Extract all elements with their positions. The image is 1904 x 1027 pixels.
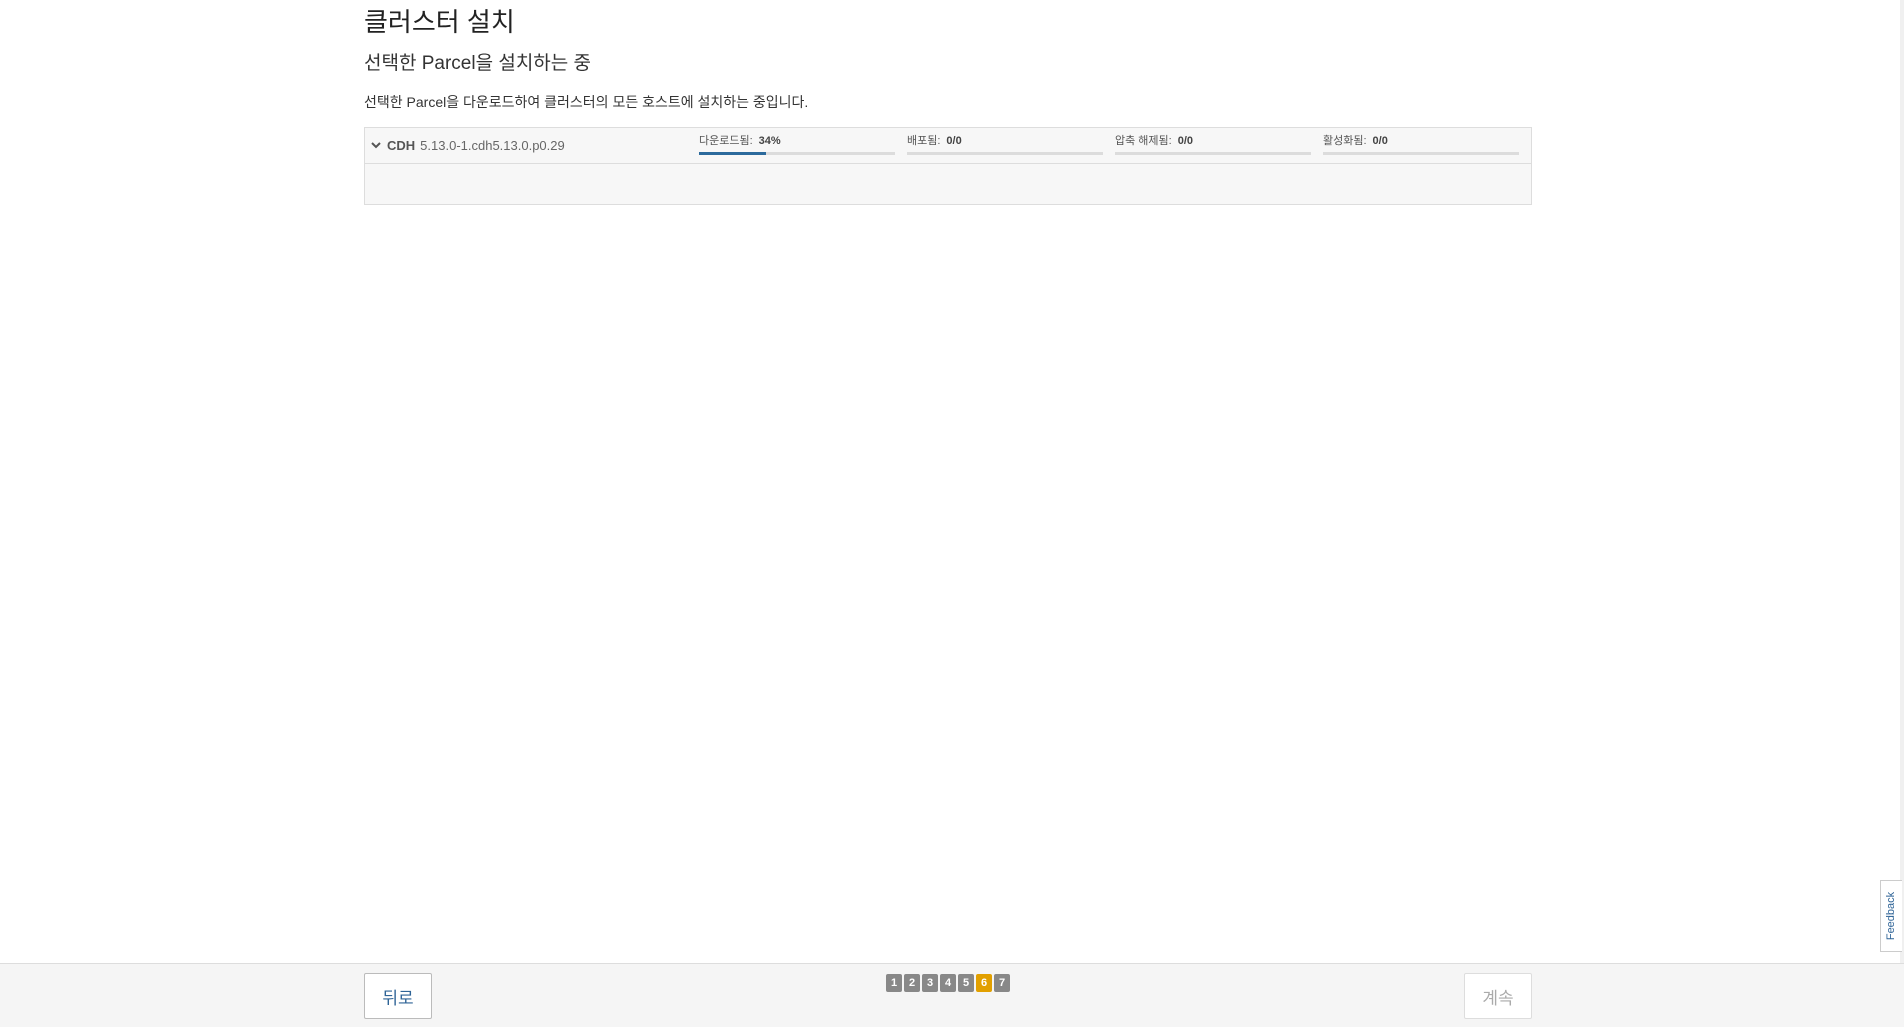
parcel-version: 5.13.0-1.cdh5.13.0.p0.29 — [420, 138, 565, 153]
progress-bar — [1115, 152, 1311, 155]
parcel-header: CDH 5.13.0-1.cdh5.13.0.p0.29 다운로드됨: 34% 배… — [365, 128, 1531, 164]
stage-label: 활성화됨: — [1323, 135, 1367, 147]
step-7[interactable]: 7 — [994, 974, 1010, 992]
step-1[interactable]: 1 — [886, 974, 902, 992]
wizard-footer: 뒤로 1 2 3 4 5 6 7 계속 — [0, 963, 1904, 1027]
stage-label: 다운로드됨: — [699, 135, 753, 147]
step-6[interactable]: 6 — [976, 974, 992, 992]
stage-label: 배포됨: — [907, 135, 941, 147]
stage-downloaded: 다운로드됨: 34% — [699, 134, 895, 155]
page-description: 선택한 Parcel을 다운로드하여 클러스터의 모든 호스트에 설치하는 중입… — [364, 94, 809, 110]
continue-button[interactable]: 계속 — [1464, 973, 1532, 1019]
stage-value: 34% — [758, 135, 781, 147]
scrollbar[interactable] — [1900, 0, 1904, 963]
stage-distributed: 배포됨: 0/0 — [907, 134, 1103, 155]
parcel-name: CDH — [387, 138, 416, 153]
step-5[interactable]: 5 — [958, 974, 974, 992]
parcel-details — [365, 164, 1531, 204]
main-content: 클러스터 설치 선택한 Parcel을 설치하는 중 선택한 Parcel을 다… — [364, 0, 1532, 205]
page: 클러스터 설치 선택한 Parcel을 설치하는 중 선택한 Parcel을 다… — [0, 0, 1904, 1027]
page-subtitle: 선택한 Parcel을 설치하는 중 — [364, 53, 592, 74]
parcel-panel: CDH 5.13.0-1.cdh5.13.0.p0.29 다운로드됨: 34% 배… — [364, 127, 1532, 205]
stage-activated: 활성화됨: 0/0 — [1323, 134, 1519, 155]
stage-value: 0/0 — [1372, 135, 1388, 147]
progress-bar — [699, 152, 895, 155]
progress-bar-fill — [699, 152, 766, 155]
step-3[interactable]: 3 — [922, 974, 938, 992]
wizard-steps: 1 2 3 4 5 6 7 — [886, 974, 1012, 992]
feedback-label: Feedback — [1885, 891, 1898, 941]
step-2[interactable]: 2 — [904, 974, 920, 992]
step-4[interactable]: 4 — [940, 974, 956, 992]
progress-bar — [907, 152, 1103, 155]
parcel-toggle[interactable]: CDH 5.13.0-1.cdh5.13.0.p0.29 — [371, 138, 565, 153]
stage-label: 압축 해제됨: — [1115, 135, 1172, 147]
stage-value: 0/0 — [946, 135, 962, 147]
stage-unpacked: 압축 해제됨: 0/0 — [1115, 134, 1311, 155]
chevron-down-icon — [371, 141, 381, 148]
back-button[interactable]: 뒤로 — [364, 973, 432, 1019]
stage-value: 0/0 — [1177, 135, 1194, 147]
page-title: 클러스터 설치 — [364, 7, 515, 37]
progress-bar — [1323, 152, 1519, 155]
feedback-tab[interactable]: Feedback — [1880, 880, 1902, 952]
